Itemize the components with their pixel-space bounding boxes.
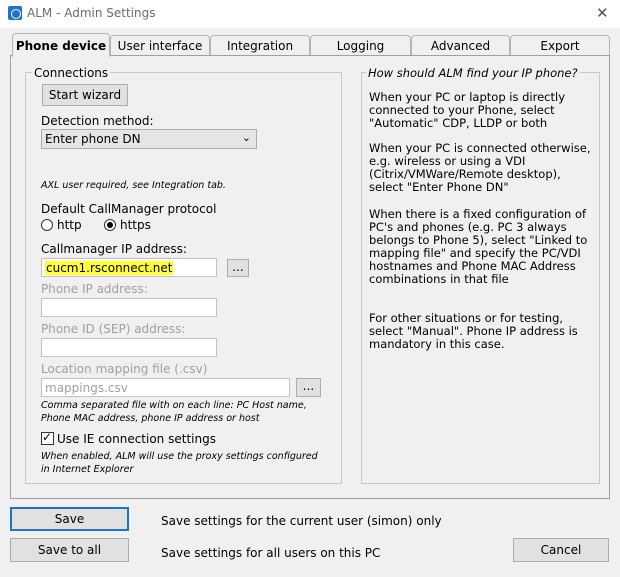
http-radio[interactable] — [41, 219, 53, 231]
detection-method-select[interactable]: Enter phone DN ⌄ — [41, 129, 257, 149]
help-title: How should ALM find your IP phone? — [366, 66, 580, 80]
connections-group-label: Connections — [32, 66, 111, 80]
tab-phone-device[interactable]: Phone device — [12, 33, 110, 57]
cm-ip-input[interactable]: cucm1.rsconnect.net — [41, 258, 217, 277]
save-to-all-description: Save settings for all users on this PC — [161, 546, 381, 560]
phone-ip-label: Phone IP address: — [41, 282, 148, 296]
save-button[interactable]: Save — [10, 507, 129, 531]
http-radio-label: http — [57, 218, 82, 232]
tab-export[interactable]: Export — [510, 35, 610, 56]
protocol-label: Default CallManager protocol — [41, 202, 217, 216]
https-radio-label: https — [120, 218, 151, 232]
cm-browse-button[interactable]: ... — [227, 259, 249, 277]
cm-ip-label: Callmanager IP address: — [41, 242, 187, 256]
ie-settings-note: When enabled, ALM will use the proxy set… — [41, 451, 318, 475]
phone-id-input[interactable] — [41, 338, 217, 357]
app-icon — [8, 6, 22, 20]
ie-settings-label: Use IE connection settings — [57, 432, 216, 446]
start-wizard-button[interactable]: Start wizard — [42, 84, 128, 106]
close-icon[interactable]: ✕ — [596, 4, 609, 22]
help-paragraph-1: When your PC or laptop is directly conne… — [369, 90, 565, 130]
tab-user-interface[interactable]: User interface — [110, 35, 210, 56]
help-paragraph-3: When there is a fixed configuration of P… — [369, 207, 588, 286]
cm-ip-value: cucm1.rsconnect.net — [45, 261, 174, 275]
save-to-all-button[interactable]: Save to all — [10, 538, 129, 562]
phone-ip-input[interactable] — [41, 298, 217, 317]
phone-id-label: Phone ID (SEP) address: — [41, 322, 186, 336]
tab-logging[interactable]: Logging — [310, 35, 411, 56]
detection-method-value: Enter phone DN — [45, 132, 141, 146]
tab-integration[interactable]: Integration — [210, 35, 310, 56]
location-file-placeholder: mappings.csv — [45, 381, 128, 395]
check-icon: ✓ — [42, 430, 53, 444]
location-note: Comma separated file with on each line: … — [41, 400, 307, 424]
cancel-button[interactable]: Cancel — [513, 538, 609, 562]
chevron-down-icon: ⌄ — [241, 131, 251, 144]
window-title: ALM - Admin Settings — [27, 6, 156, 20]
help-paragraph-4: For other situations or for testing, sel… — [369, 311, 578, 351]
ie-settings-checkbox[interactable]: ✓ — [41, 430, 54, 445]
location-file-input[interactable]: mappings.csv — [41, 378, 290, 397]
save-description: Save settings for the current user (simo… — [161, 514, 442, 528]
tab-advanced[interactable]: Advanced — [411, 35, 510, 56]
help-paragraph-2: When your PC is connected otherwise, e.g… — [369, 141, 591, 194]
axl-note: AXL user required, see Integration tab. — [41, 180, 226, 191]
https-radio[interactable] — [104, 219, 116, 231]
location-file-label: Location mapping file (.csv) — [41, 362, 208, 376]
location-browse-button[interactable]: ... — [296, 378, 321, 397]
detection-method-label: Detection method: — [41, 114, 154, 128]
